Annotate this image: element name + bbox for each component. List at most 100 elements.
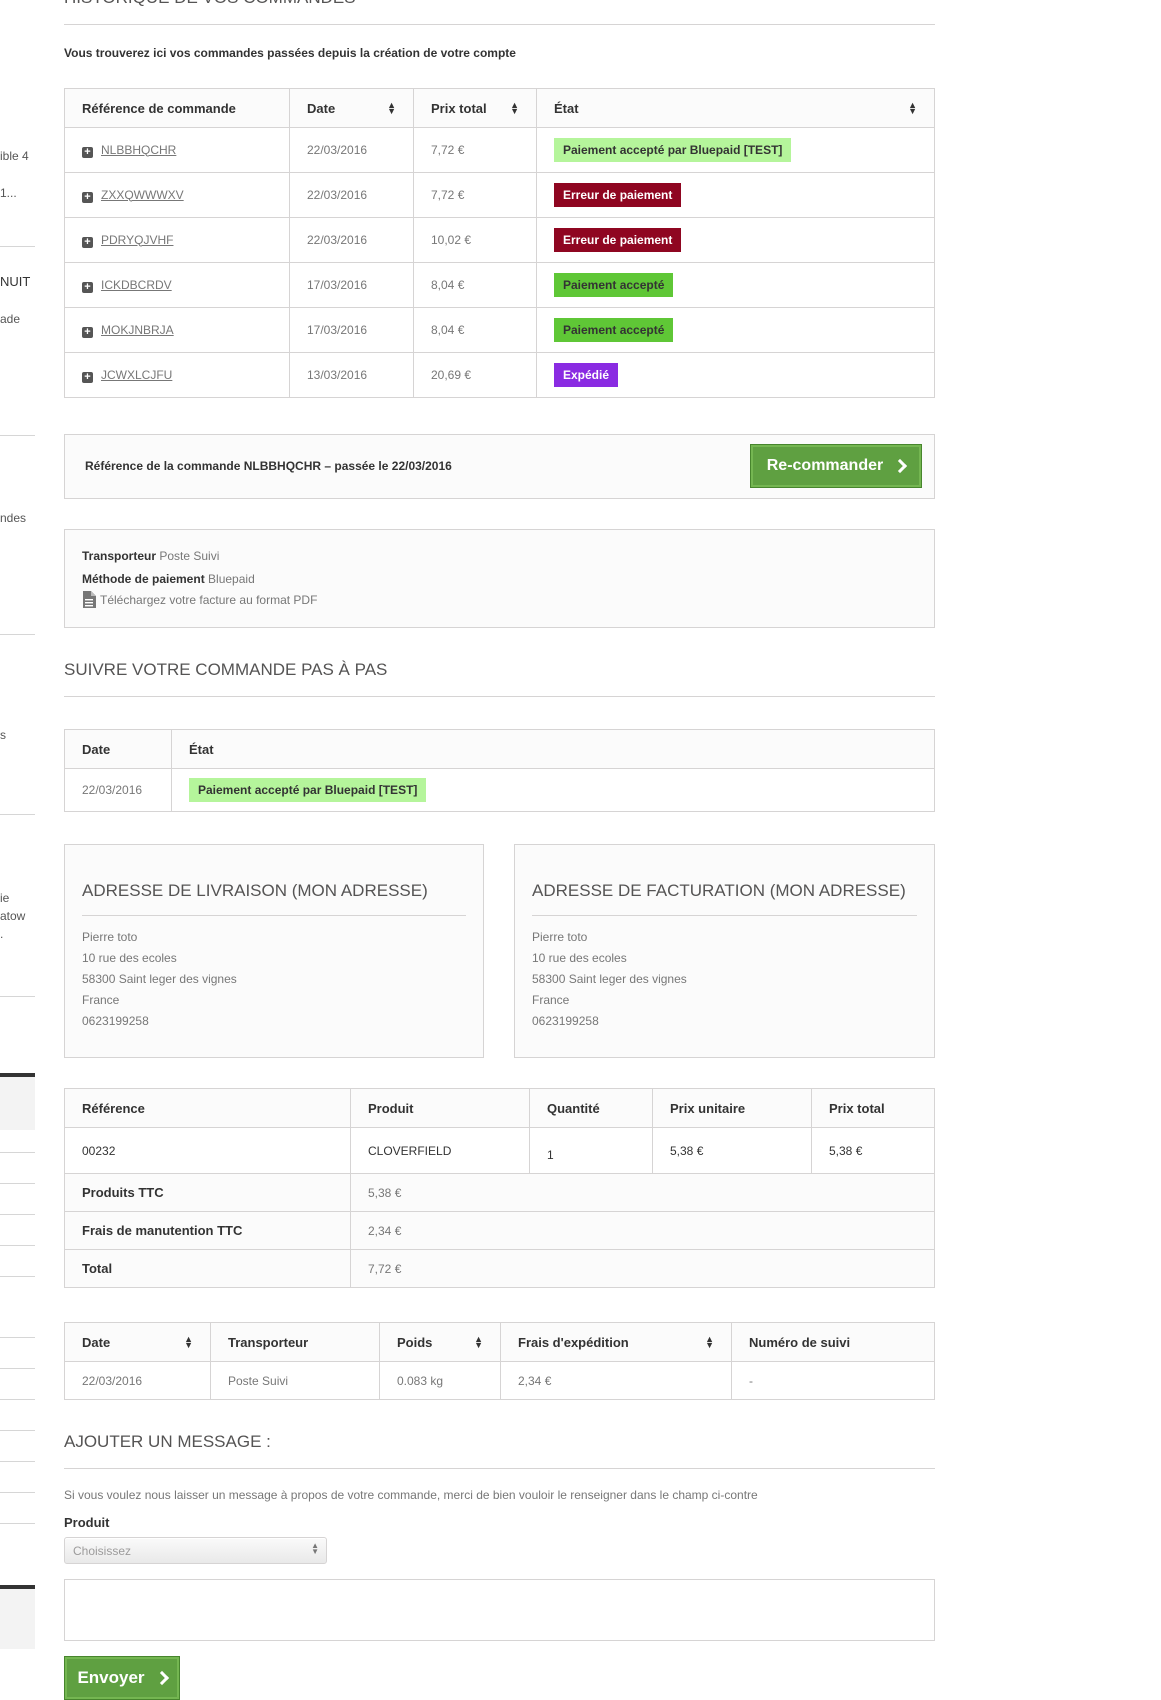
- order-reference-link[interactable]: MOKJNBRJA: [101, 323, 174, 337]
- message-textarea[interactable]: [64, 1579, 935, 1641]
- product-unit: 5,38 €: [652, 1127, 812, 1174]
- address-line: 0623199258: [532, 1014, 599, 1028]
- shipping-row: 22/03/2016 Poste Suivi 0.083 kg 2,34 € -: [64, 1361, 935, 1400]
- address-line: 58300 Saint leger des vignes: [82, 972, 237, 986]
- order-reference-cell: + ZXXQWWWXV: [64, 172, 290, 218]
- product-total: 5,38 €: [811, 1127, 935, 1174]
- product-select[interactable]: Choisissez ▲ ▼: [64, 1537, 327, 1564]
- order-status-cell: Paiement accepté: [536, 262, 935, 308]
- shipping-table: Date ▲ ▼ Transporteur Poids ▲ ▼ Frais d'expé…: [64, 1322, 935, 1400]
- product-ref: 00232: [64, 1127, 351, 1174]
- sidebar-fragment: NUIT: [0, 274, 31, 289]
- invoice-address-box: Adresse de facturation (Mon adresse) Pie…: [514, 844, 935, 1058]
- column-tracking-number: Numéro de suivi: [731, 1322, 935, 1362]
- order-total: 8,04 €: [413, 307, 537, 353]
- order-history-table: Référence de commande Date ▲ ▼ Prix total ▲…: [64, 88, 935, 398]
- totals-label: Produits TTC: [64, 1173, 351, 1212]
- shipping-date: 22/03/2016: [64, 1361, 211, 1400]
- send-button[interactable]: Envoyer: [64, 1656, 180, 1700]
- order-status-cell: Expédié: [536, 352, 935, 398]
- order-reference-link[interactable]: ICKDBCRDV: [101, 278, 172, 292]
- order-total: 7,72 €: [413, 172, 537, 218]
- expand-plus-icon[interactable]: +: [82, 326, 93, 338]
- order-date: 22/03/2016: [289, 127, 414, 173]
- order-date: 22/03/2016: [289, 217, 414, 263]
- sidebar-fragment: ade: [0, 312, 21, 326]
- delivery-address-title: Adresse de livraison (Mon adresse): [82, 881, 466, 916]
- shipping-tracking: -: [731, 1361, 935, 1400]
- totals-row: Frais de manutention TTC 2,34 €: [64, 1211, 935, 1250]
- column-weight[interactable]: Poids ▲ ▼: [379, 1322, 501, 1362]
- column-total[interactable]: Prix total ▲ ▼: [413, 88, 537, 128]
- status-badge: Expédié: [554, 363, 619, 387]
- sort-icon[interactable]: ▲ ▼: [705, 1334, 714, 1349]
- follow-status-cell: Paiement accepté par Bluepaid [TEST]: [171, 768, 935, 812]
- totals-value: 7,72 €: [350, 1249, 935, 1288]
- totals-row: Produits TTC 5,38 €: [64, 1173, 935, 1212]
- order-status-cell: Paiement accepté: [536, 307, 935, 353]
- order-total: 8,04 €: [413, 262, 537, 308]
- follow-date: 22/03/2016: [64, 768, 172, 812]
- expand-plus-icon[interactable]: +: [82, 236, 93, 248]
- expand-plus-icon[interactable]: +: [82, 191, 93, 203]
- payment-label: Méthode de paiement: [82, 572, 205, 586]
- reorder-button[interactable]: Re-commander: [750, 444, 922, 488]
- payment-value: Bluepaid: [208, 572, 255, 586]
- carrier-value: Poste Suivi: [159, 549, 220, 563]
- order-row: + JCWXLCJFU 13/03/2016 20,69 € Expédié: [64, 352, 935, 398]
- address-line: Pierre toto: [532, 930, 588, 944]
- message-title: Ajouter un message :: [64, 1432, 935, 1469]
- column-date[interactable]: Date ▲ ▼: [289, 88, 414, 128]
- order-reference-cell: + MOKJNBRJA: [64, 307, 290, 353]
- sort-icon[interactable]: ▲ ▼: [474, 1334, 483, 1349]
- carrier-label: Transporteur: [82, 549, 157, 563]
- order-reference-link[interactable]: NLBBHQCHR: [101, 143, 176, 157]
- invoice-download-link[interactable]: Téléchargez votre facture au format PDF: [82, 591, 317, 608]
- order-reference-link[interactable]: JCWXLCJFU: [101, 368, 172, 382]
- history-title: Historique de vos commandes: [64, 0, 935, 25]
- sort-icon[interactable]: ▲ ▼: [184, 1334, 193, 1349]
- status-badge: Erreur de paiement: [554, 183, 682, 207]
- product-label: Produit: [64, 1515, 110, 1530]
- order-date: 13/03/2016: [289, 352, 414, 398]
- sidebar-fragment: .: [0, 927, 4, 941]
- order-reference-cell: + ICKDBCRDV: [64, 262, 290, 308]
- address-line: 10 rue des ecoles: [82, 951, 177, 965]
- order-status-cell: Erreur de paiement: [536, 217, 935, 263]
- status-badge: Paiement accepté par Bluepaid [TEST]: [189, 778, 427, 802]
- column-status[interactable]: État ▲ ▼: [536, 88, 935, 128]
- column-reference: Référence: [64, 1088, 351, 1128]
- order-details-box: Transporteur Poste Suivi Méthode de paie…: [64, 529, 935, 628]
- order-reference-box: Référence de la commande NLBBHQCHR – pas…: [64, 434, 935, 499]
- follow-table: Date État 22/03/2016 Paiement accepté par…: [64, 729, 935, 812]
- order-date: 17/03/2016: [289, 307, 414, 353]
- order-status-cell: Erreur de paiement: [536, 172, 935, 218]
- order-reference-cell: + PDRYQJVHF: [64, 217, 290, 263]
- follow-title: Suivre votre commande pas à pas: [64, 660, 935, 697]
- sort-icon[interactable]: ▲ ▼: [908, 100, 917, 115]
- select-arrows-icon: ▲ ▼: [311, 1541, 319, 1556]
- sidebar-fragment: ible 4: [0, 149, 29, 163]
- order-row: + ZXXQWWWXV 22/03/2016 7,72 € Erreur de paie…: [64, 172, 935, 218]
- expand-plus-icon[interactable]: +: [82, 281, 93, 293]
- column-status: État: [171, 729, 935, 769]
- order-date: 17/03/2016: [289, 262, 414, 308]
- totals-value: 5,38 €: [350, 1173, 935, 1212]
- shipping-fee: 2,34 €: [500, 1361, 732, 1400]
- status-badge: Paiement accepté par Bluepaid [TEST]: [554, 138, 792, 162]
- column-unit-price: Prix unitaire: [652, 1088, 812, 1128]
- order-reference-link[interactable]: ZXXQWWWXV: [101, 188, 184, 202]
- expand-plus-icon[interactable]: +: [82, 146, 93, 158]
- column-date[interactable]: Date ▲ ▼: [64, 1322, 211, 1362]
- sidebar-fragment: atow: [0, 909, 26, 923]
- history-intro: Vous trouverez ici vos commandes passées…: [64, 46, 516, 60]
- expand-plus-icon[interactable]: +: [82, 371, 93, 383]
- order-reference-link[interactable]: PDRYQJVHF: [101, 233, 173, 247]
- order-total: 10,02 €: [413, 217, 537, 263]
- totals-value: 2,34 €: [350, 1211, 935, 1250]
- sort-icon[interactable]: ▲ ▼: [510, 100, 519, 115]
- sort-icon[interactable]: ▲ ▼: [387, 100, 396, 115]
- totals-label: Total: [64, 1249, 351, 1288]
- column-shipping-fee[interactable]: Frais d'expédition ▲ ▼: [500, 1322, 732, 1362]
- order-reference-heading: Référence de la commande NLBBHQCHR – pas…: [85, 459, 452, 473]
